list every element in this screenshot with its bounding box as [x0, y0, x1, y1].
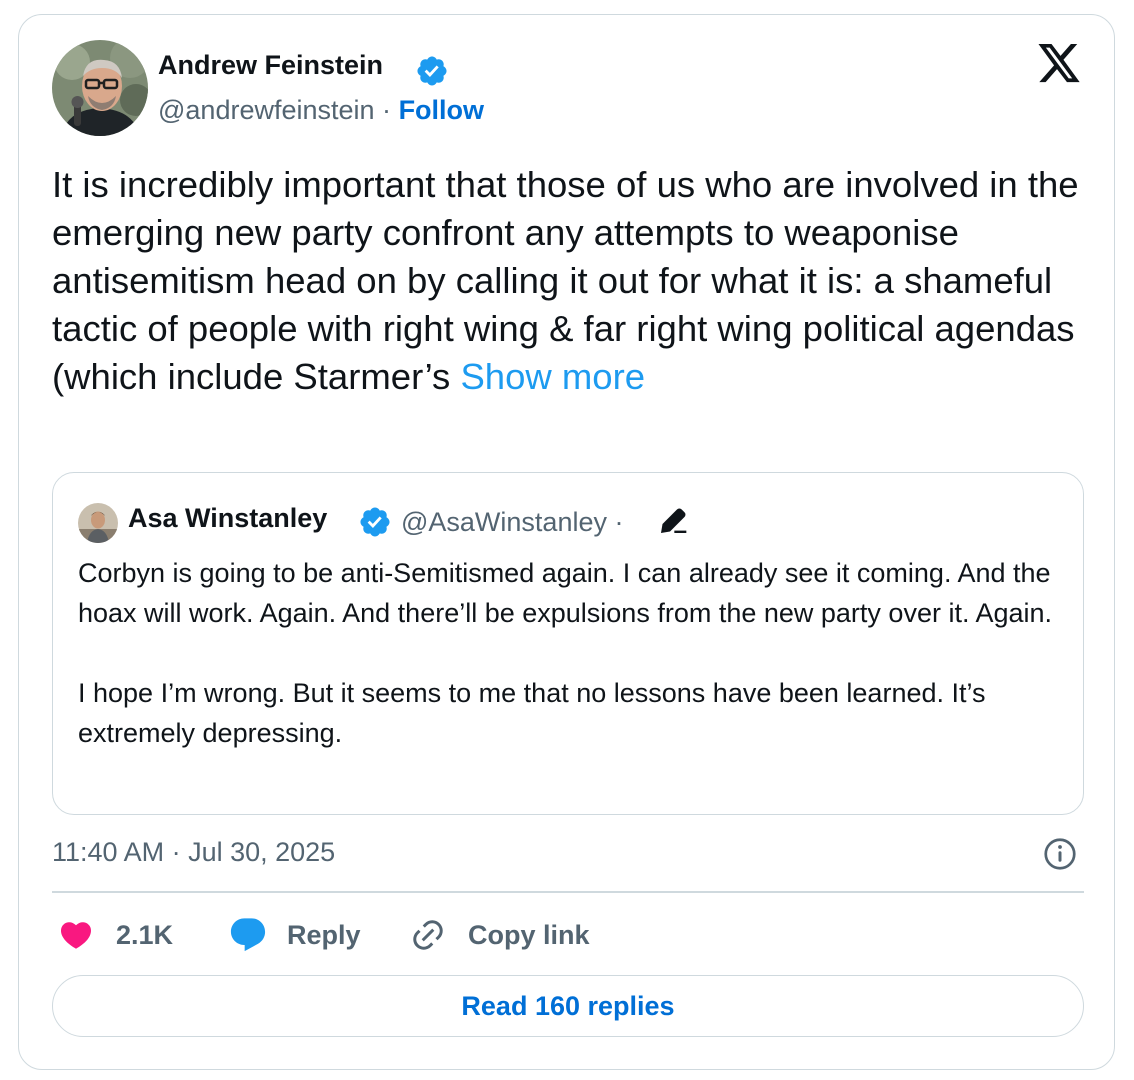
quoted-author-handle: @AsaWinstanley — [401, 507, 607, 537]
author-avatar[interactable] — [52, 40, 148, 136]
quoted-author-name: Asa Winstanley — [128, 503, 328, 533]
tweet-timestamp[interactable]: 11:40 AM · Jul 30, 2025 — [52, 837, 335, 868]
reply-button[interactable]: Reply — [228, 914, 361, 956]
author-handle[interactable]: @andrewfeinstein — [158, 95, 375, 125]
actions-divider — [52, 891, 1084, 893]
follow-button[interactable]: Follow — [399, 95, 484, 125]
info-icon[interactable] — [1042, 836, 1078, 872]
copy-link-label: Copy link — [468, 919, 590, 950]
x-logo-icon[interactable] — [1036, 44, 1082, 86]
reply-label: Reply — [287, 919, 361, 950]
verified-badge-icon — [417, 56, 447, 86]
quoted-paragraph-2: I hope I’m wrong. But it seems to me tha… — [78, 678, 986, 748]
like-count: 2.1K — [116, 919, 174, 950]
show-more-link[interactable]: Show more — [460, 356, 645, 397]
quoted-author-avatar — [78, 503, 118, 543]
read-replies-button[interactable]: Read 160 replies — [52, 975, 1084, 1037]
edit-pencil-icon — [661, 508, 687, 533]
author-handle-line: @andrewfeinstein · Follow — [158, 95, 484, 126]
quoted-tweet[interactable]: Asa Winstanley @AsaWinstanley · Corbyn i… — [52, 472, 1084, 815]
heart-icon — [60, 922, 92, 949]
reply-bubble-icon — [230, 918, 266, 952]
quoted-tweet-text: Corbyn is going to be anti-Semitismed ag… — [78, 553, 1063, 753]
quoted-paragraph-1: Corbyn is going to be anti-Semitismed ag… — [78, 558, 1053, 628]
tweet-text: It is incredibly important that those of… — [52, 161, 1097, 401]
quoted-author-handle-line: @AsaWinstanley · — [401, 507, 624, 538]
author-name[interactable]: Andrew Feinstein — [158, 50, 383, 81]
like-button[interactable]: 2.1K — [58, 914, 173, 956]
handle-separator: · — [382, 95, 392, 125]
link-icon — [413, 920, 443, 950]
quoted-handle-separator: · — [614, 507, 624, 537]
copy-link-button[interactable]: Copy link — [410, 914, 590, 956]
verified-badge-icon — [360, 507, 390, 537]
